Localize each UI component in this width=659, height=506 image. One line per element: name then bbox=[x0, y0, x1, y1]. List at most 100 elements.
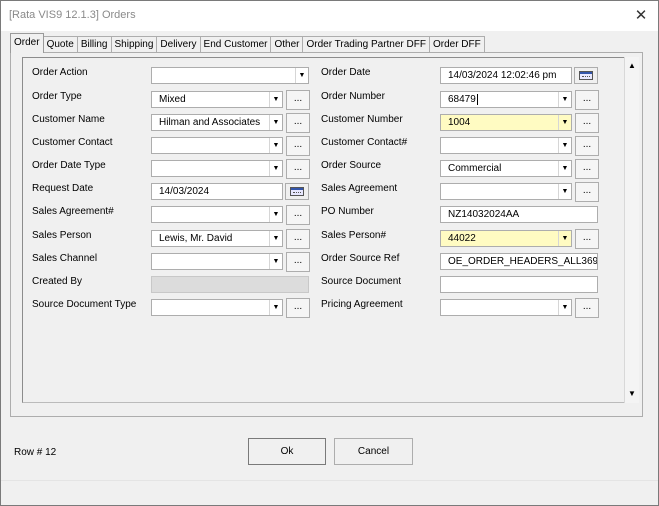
chevron-down-icon[interactable]: ▼ bbox=[558, 161, 571, 176]
sales-person-num-label: Sales Person# bbox=[321, 230, 387, 241]
order-type-value: Mixed bbox=[159, 94, 186, 105]
scroll-down-arrow-icon[interactable]: ▼ bbox=[625, 387, 639, 401]
customer-name-lookup-button[interactable]: ... bbox=[286, 113, 310, 133]
ok-button[interactable]: Ok bbox=[248, 438, 326, 465]
tab-order[interactable]: Order bbox=[10, 33, 44, 53]
chevron-down-icon[interactable]: ▼ bbox=[269, 115, 282, 130]
request-date-value: 14/03/2024 bbox=[159, 186, 210, 197]
order-source-dropdown[interactable]: Commercial ▼ bbox=[440, 160, 572, 177]
source-document-type-lookup-button[interactable]: ... bbox=[286, 298, 310, 318]
chevron-down-icon[interactable]: ▼ bbox=[269, 207, 282, 222]
customer-name-dropdown[interactable]: Hilman and Associates ▼ bbox=[151, 114, 283, 131]
sales-person-num-dropdown[interactable]: 44022 ▼ bbox=[440, 230, 572, 247]
close-icon[interactable]: ✕ bbox=[628, 5, 654, 27]
tab-order-trading-partner-dff[interactable]: Order Trading Partner DFF bbox=[302, 36, 430, 53]
po-number-label: PO Number bbox=[321, 206, 374, 217]
source-document-type-label: Source Document Type bbox=[32, 299, 137, 310]
scroll-up-arrow-icon[interactable]: ▲ bbox=[625, 59, 639, 73]
order-action-label: Order Action bbox=[32, 67, 88, 78]
chevron-down-icon[interactable]: ▼ bbox=[558, 231, 571, 246]
request-date-input[interactable]: 14/03/2024 bbox=[151, 183, 283, 200]
tab-shipping[interactable]: Shipping bbox=[110, 36, 158, 53]
tab-order-dff[interactable]: Order DFF bbox=[428, 36, 485, 53]
customer-number-dropdown[interactable]: 1004 ▼ bbox=[440, 114, 572, 131]
pricing-agreement-dropdown[interactable]: ▼ bbox=[440, 299, 572, 316]
sales-agreement-label: Sales Agreement bbox=[321, 183, 398, 194]
request-date-label: Request Date bbox=[32, 183, 94, 194]
po-number-value: NZ14032024AA bbox=[448, 209, 520, 220]
sales-agreement-num-dropdown[interactable]: ▼ bbox=[151, 206, 283, 223]
customer-contact-dropdown[interactable]: ▼ bbox=[151, 137, 283, 154]
chevron-down-icon[interactable]: ▼ bbox=[269, 231, 282, 246]
created-by-label: Created By bbox=[32, 276, 83, 287]
sales-channel-dropdown[interactable]: ▼ bbox=[151, 253, 283, 270]
order-date-input[interactable]: 14/03/2024 12:02:46 pm bbox=[440, 67, 572, 84]
sales-person-lookup-button[interactable]: ... bbox=[286, 229, 310, 249]
text-caret bbox=[476, 93, 478, 105]
cancel-button[interactable]: Cancel bbox=[334, 438, 413, 465]
order-source-value: Commercial bbox=[448, 163, 502, 174]
calendar-icon bbox=[290, 187, 304, 196]
source-document-type-dropdown[interactable]: ▼ bbox=[151, 299, 283, 316]
order-date-label: Order Date bbox=[321, 67, 371, 78]
request-date-calendar-button[interactable] bbox=[285, 183, 309, 200]
tab-strip: Order Quote Billing Shipping Delivery En… bbox=[10, 33, 485, 53]
sales-person-label: Sales Person bbox=[32, 230, 92, 241]
window-title: [Rata VIS9 12.1.3] Orders bbox=[9, 9, 136, 21]
calendar-icon bbox=[579, 71, 593, 80]
chevron-down-icon[interactable]: ▼ bbox=[558, 138, 571, 153]
customer-name-value: Hilman and Associates bbox=[159, 117, 261, 128]
order-source-ref-input[interactable]: OE_ORDER_HEADERS_ALL369617 bbox=[440, 253, 598, 270]
customer-number-lookup-button[interactable]: ... bbox=[575, 113, 599, 133]
sales-person-num-lookup-button[interactable]: ... bbox=[575, 229, 599, 249]
chevron-down-icon[interactable]: ▼ bbox=[558, 184, 571, 199]
order-date-type-dropdown[interactable]: ▼ bbox=[151, 160, 283, 177]
sales-agreement-lookup-button[interactable]: ... bbox=[575, 182, 599, 202]
order-source-ref-value: OE_ORDER_HEADERS_ALL369617 bbox=[448, 256, 598, 267]
customer-contact-num-lookup-button[interactable]: ... bbox=[575, 136, 599, 156]
po-number-input[interactable]: NZ14032024AA bbox=[440, 206, 598, 223]
order-source-lookup-button[interactable]: ... bbox=[575, 159, 599, 179]
order-action-dropdown[interactable]: ▼ bbox=[151, 67, 309, 84]
customer-name-label: Customer Name bbox=[32, 114, 105, 125]
customer-contact-lookup-button[interactable]: ... bbox=[286, 136, 310, 156]
chevron-down-icon[interactable]: ▼ bbox=[269, 92, 282, 107]
tab-end-customer[interactable]: End Customer bbox=[199, 36, 272, 53]
tab-other[interactable]: Other bbox=[270, 36, 304, 53]
order-type-dropdown[interactable]: Mixed ▼ bbox=[151, 91, 283, 108]
order-source-label: Order Source bbox=[321, 160, 382, 171]
customer-contact-num-dropdown[interactable]: ▼ bbox=[440, 137, 572, 154]
source-document-input[interactable] bbox=[440, 276, 598, 293]
order-type-lookup-button[interactable]: ... bbox=[286, 90, 310, 110]
tab-billing[interactable]: Billing bbox=[76, 36, 112, 53]
order-type-label: Order Type bbox=[32, 91, 82, 102]
chevron-down-icon[interactable]: ▼ bbox=[558, 115, 571, 130]
order-date-type-lookup-button[interactable]: ... bbox=[286, 159, 310, 179]
form-vertical-scrollbar[interactable]: ▲ ▼ bbox=[624, 57, 639, 403]
sales-agreement-dropdown[interactable]: ▼ bbox=[440, 183, 572, 200]
pricing-agreement-lookup-button[interactable]: ... bbox=[575, 298, 599, 318]
orders-window: [Rata VIS9 12.1.3] Orders ✕ Order Quote … bbox=[0, 0, 659, 506]
chevron-down-icon[interactable]: ▼ bbox=[269, 138, 282, 153]
sales-person-value: Lewis, Mr. David bbox=[159, 233, 233, 244]
source-document-label: Source Document bbox=[321, 276, 402, 287]
tab-delivery[interactable]: Delivery bbox=[156, 36, 201, 53]
chevron-down-icon[interactable]: ▼ bbox=[269, 161, 282, 176]
title-bar: [Rata VIS9 12.1.3] Orders ✕ bbox=[1, 1, 658, 31]
chevron-down-icon[interactable]: ▼ bbox=[558, 92, 571, 107]
pricing-agreement-label: Pricing Agreement bbox=[321, 299, 403, 310]
customer-contact-num-label: Customer Contact# bbox=[321, 137, 408, 148]
chevron-down-icon[interactable]: ▼ bbox=[269, 254, 282, 269]
tab-quote[interactable]: Quote bbox=[42, 36, 78, 53]
sales-person-dropdown[interactable]: Lewis, Mr. David ▼ bbox=[151, 230, 283, 247]
order-number-lookup-button[interactable]: ... bbox=[575, 90, 599, 110]
sales-agreement-num-lookup-button[interactable]: ... bbox=[286, 205, 310, 225]
sales-channel-lookup-button[interactable]: ... bbox=[286, 252, 310, 272]
chevron-down-icon[interactable]: ▼ bbox=[558, 300, 571, 315]
order-number-dropdown[interactable]: 68479 ▼ bbox=[440, 91, 572, 108]
row-indicator: Row # 12 bbox=[14, 447, 57, 458]
chevron-down-icon[interactable]: ▼ bbox=[269, 300, 282, 315]
chevron-down-icon[interactable]: ▼ bbox=[295, 68, 308, 83]
sales-person-num-value: 44022 bbox=[448, 233, 476, 244]
order-date-calendar-button[interactable] bbox=[574, 67, 598, 84]
